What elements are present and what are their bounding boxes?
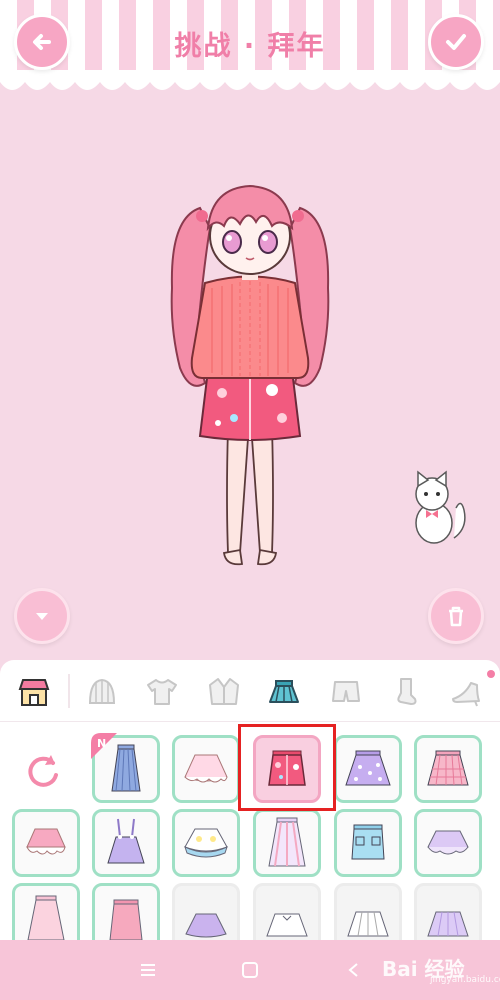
- blue-pocket-skirt-image: [351, 824, 385, 860]
- hat-icon: [88, 678, 116, 704]
- jacket-icon: [209, 678, 239, 705]
- lilac-lace-skirt-image: [427, 830, 469, 855]
- svg-text:N: N: [97, 737, 106, 750]
- skirt-item[interactable]: [253, 809, 321, 877]
- category-hat[interactable]: [82, 672, 122, 712]
- skirt-item[interactable]: [92, 809, 160, 877]
- watermark-subtext: jingyan.baidu.com: [430, 975, 500, 985]
- dressup-stage: [0, 100, 500, 660]
- skirt-item[interactable]: [414, 735, 482, 803]
- heel-shoe-icon: [452, 682, 480, 707]
- notification-dot: [487, 670, 495, 678]
- home-square-icon: [242, 962, 258, 978]
- menu-icon: [141, 964, 155, 976]
- pink-frill-skirt-image: [26, 828, 66, 855]
- page-title: 挑战 · 拜年: [174, 31, 326, 62]
- selection-highlight-box: [238, 724, 336, 811]
- menu-button[interactable]: [136, 958, 160, 982]
- skirt-item[interactable]: [334, 735, 402, 803]
- category-coat[interactable]: [204, 672, 244, 712]
- awning-scallop: [0, 70, 500, 90]
- trash-button[interactable]: [428, 588, 484, 644]
- trash-icon: [449, 606, 463, 627]
- checkmark-icon: [446, 34, 466, 50]
- sock-icon: [397, 678, 417, 705]
- new-badge: N: [91, 733, 117, 759]
- category-top[interactable]: [142, 672, 182, 712]
- category-shorts[interactable]: [326, 672, 366, 712]
- category-shoes[interactable]: [446, 672, 486, 712]
- category-socks[interactable]: [386, 672, 426, 712]
- category-divider: [68, 674, 70, 708]
- category-shop[interactable]: [14, 672, 54, 712]
- purple-tutu-skirt-image: [185, 913, 227, 938]
- shorts-icon: [332, 681, 360, 702]
- pink-checked-skirt-image: [109, 899, 143, 941]
- lavender-suspender-skirt-image: [107, 818, 145, 864]
- skirt-item[interactable]: [172, 735, 240, 803]
- collapse-button[interactable]: [14, 588, 70, 644]
- pink-plaid-skirt-image: [427, 750, 469, 786]
- lavender-pleated-skirt-image: [427, 911, 469, 937]
- reset-button[interactable]: [20, 748, 66, 794]
- nav-back-icon: [348, 963, 358, 977]
- pink-gradient-skirt-image: [27, 895, 65, 941]
- purple-dot-skirt-image: [345, 750, 391, 786]
- skirt-item[interactable]: [12, 809, 80, 877]
- skirt-item[interactable]: [414, 809, 482, 877]
- confirm-button[interactable]: [428, 14, 484, 70]
- reset-icon: [28, 755, 58, 787]
- pink-tutu-skirt-image: [184, 754, 228, 783]
- shop-icon: [18, 679, 50, 706]
- cat-pet: [415, 470, 466, 544]
- skirt-item[interactable]: [172, 809, 240, 877]
- pastel-stripe-skirt-image: [268, 817, 306, 867]
- arrow-left-icon: [33, 34, 51, 50]
- category-bar: [0, 660, 500, 722]
- white-lemon-skirt-image: [184, 828, 228, 858]
- white-pleated-skirt-image: [347, 911, 389, 937]
- back-button[interactable]: [14, 14, 70, 70]
- home-button[interactable]: [238, 958, 262, 982]
- chevron-down-icon: [36, 613, 48, 620]
- nav-back-button[interactable]: [342, 958, 366, 982]
- skirt-item[interactable]: [334, 809, 402, 877]
- white-bow-skirt-image: [266, 913, 308, 937]
- header: 挑战 · 拜年: [0, 0, 500, 100]
- category-skirt[interactable]: [264, 672, 304, 712]
- tshirt-icon: [147, 679, 177, 705]
- skirt-icon: [269, 680, 299, 703]
- doll-character: [170, 184, 330, 566]
